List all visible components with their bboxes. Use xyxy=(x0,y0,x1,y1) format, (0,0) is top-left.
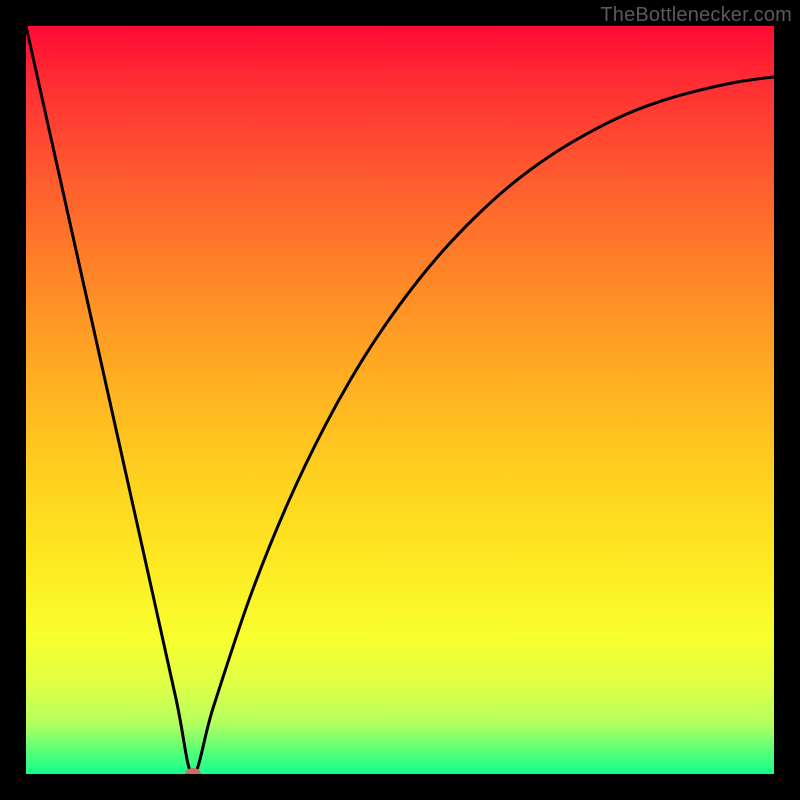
chart-curve-path xyxy=(26,26,774,774)
chart-minimum-marker xyxy=(185,768,201,774)
chart-frame xyxy=(26,26,774,774)
chart-plot-area xyxy=(26,26,774,774)
watermark-text: TheBottlenecker.com xyxy=(600,4,792,27)
chart-curve xyxy=(26,26,774,774)
